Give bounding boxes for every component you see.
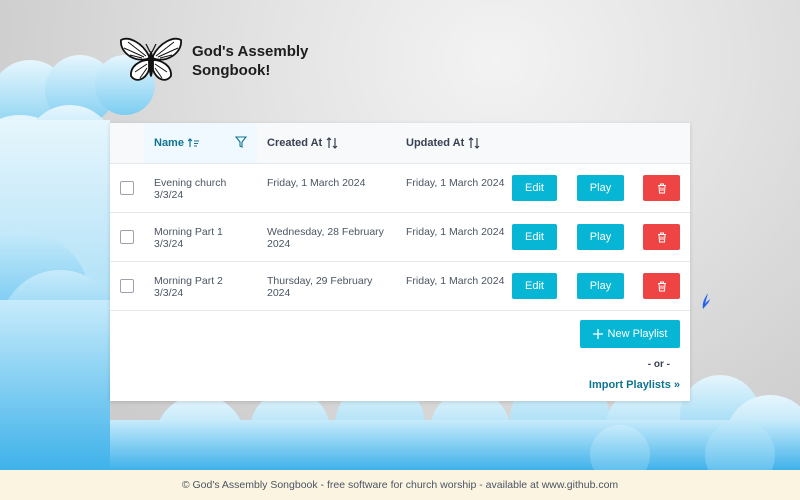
footer: © God's Assembly Songbook - free softwar… (0, 470, 800, 500)
play-button[interactable]: Play (577, 175, 624, 201)
table-header: Name Created At Updated At (110, 123, 690, 164)
app-title: God's Assembly Songbook! (192, 43, 309, 79)
table-row: Evening church 3/3/24 Friday, 1 March 20… (110, 164, 690, 213)
created-date: Thursday, 29 February 2024 (267, 275, 373, 299)
footer-text: © God's Assembly Songbook - free softwar… (181, 479, 619, 491)
row-checkbox[interactable] (120, 230, 134, 244)
column-header-created-label: Created At (267, 137, 323, 149)
updated-date: Friday, 1 March 2024 (406, 226, 505, 238)
play-button[interactable]: Play (577, 224, 624, 250)
updated-date: Friday, 1 March 2024 (406, 177, 505, 189)
trash-icon (657, 232, 666, 242)
updated-date: Friday, 1 March 2024 (406, 275, 505, 287)
app-header: God's Assembly Songbook! (118, 36, 308, 86)
sort-asc-icon[interactable] (187, 138, 200, 148)
playlist-name: Morning Part 2 3/3/24 (154, 275, 223, 299)
delete-button[interactable] (643, 273, 680, 299)
column-header-name-label: Name (154, 137, 184, 149)
plus-icon (592, 329, 603, 339)
butterfly-logo-icon (120, 37, 182, 81)
playlist-name: Evening church 3/3/24 (154, 177, 227, 201)
edit-button[interactable]: Edit (512, 175, 557, 201)
delete-button[interactable] (643, 175, 680, 201)
created-date: Wednesday, 28 February 2024 (267, 226, 384, 250)
column-header-name[interactable]: Name (144, 123, 257, 163)
sort-icon[interactable] (468, 137, 480, 149)
row-checkbox[interactable] (120, 181, 134, 195)
edit-button[interactable]: Edit (512, 273, 557, 299)
play-button[interactable]: Play (577, 273, 624, 299)
new-playlist-button[interactable]: New Playlist (580, 320, 680, 348)
delete-button[interactable] (643, 224, 680, 250)
table-row: Morning Part 2 3/3/24 Thursday, 29 Febru… (110, 262, 690, 311)
playlist-card: Name Created At Updated At Evening churc… (110, 123, 690, 401)
edit-button[interactable]: Edit (512, 224, 557, 250)
column-header-created[interactable]: Created At (267, 123, 338, 163)
column-header-updated-label: Updated At (406, 137, 465, 149)
bird-icon (702, 293, 710, 309)
new-playlist-label: New Playlist (607, 328, 668, 340)
or-separator: - or - (647, 359, 670, 370)
sort-icon[interactable] (326, 137, 338, 149)
trash-icon (657, 183, 666, 193)
import-playlists-link[interactable]: Import Playlists » (589, 379, 680, 391)
filter-icon[interactable] (234, 136, 248, 151)
created-date: Friday, 1 March 2024 (267, 177, 366, 189)
playlist-name: Morning Part 1 3/3/24 (154, 226, 223, 250)
column-header-updated[interactable]: Updated At (406, 123, 480, 163)
table-row: Morning Part 1 3/3/24 Wednesday, 28 Febr… (110, 213, 690, 262)
row-checkbox[interactable] (120, 279, 134, 293)
trash-icon (657, 281, 666, 291)
